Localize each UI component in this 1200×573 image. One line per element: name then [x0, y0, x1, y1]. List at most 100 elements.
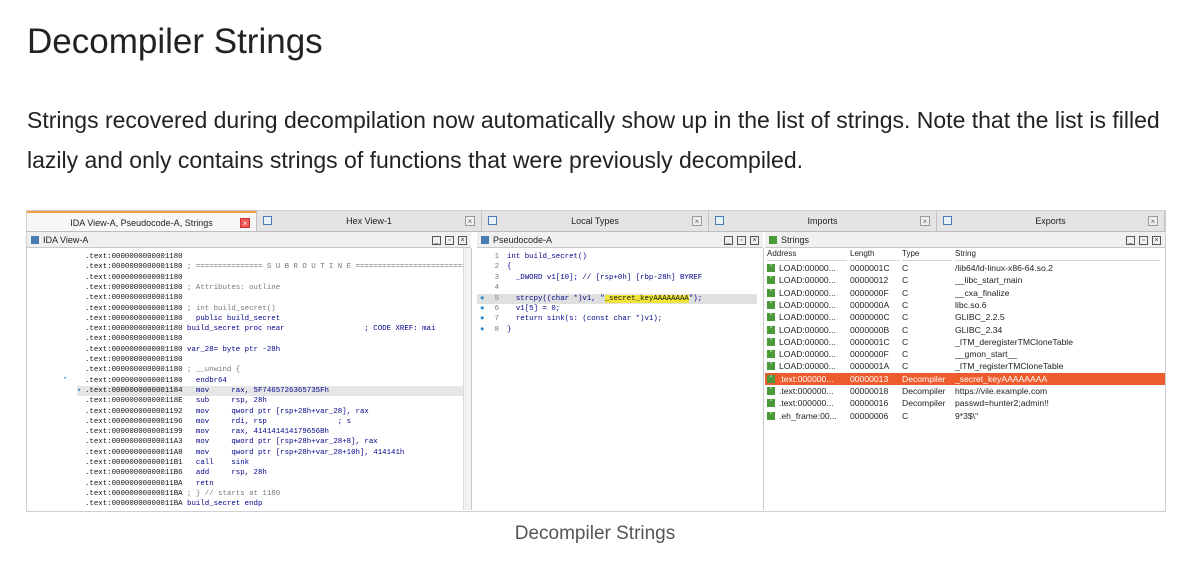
restore-icon[interactable]: ▫ — [737, 236, 746, 245]
ida-line[interactable]: .text:00000000000011A3 mov qword ptr [rs… — [85, 437, 378, 447]
ida-line[interactable]: .text:0000000000001180 endbr64 — [85, 376, 227, 386]
pseudocode-line[interactable]: 7 ● return sink(s: (const char *)v1); — [477, 314, 757, 324]
close-icon[interactable]: × — [458, 236, 467, 245]
tab-local-types[interactable]: Local Types × — [482, 211, 709, 231]
close-icon[interactable]: × — [750, 236, 759, 245]
ida-line[interactable]: .text:00000000000011BA ; } // starts at … — [85, 489, 280, 499]
minimize-icon[interactable]: _ — [1126, 236, 1135, 245]
table-row[interactable]: " LOAD:00000... 0000001A C _ITM_registerTMCl… — [765, 360, 1165, 372]
pseudocode-icon — [481, 236, 489, 244]
ida-line[interactable]: .text:00000000000011A8 mov qword ptr [rs… — [85, 448, 404, 458]
column-header-string[interactable]: String — [955, 248, 1160, 261]
table-cell: 0000000C — [850, 312, 890, 323]
page-title: Decompiler Strings — [27, 22, 323, 61]
tab-ida-view[interactable]: IDA View-A, Pseudocode-A, Strings × — [27, 211, 257, 231]
restore-icon[interactable]: ▫ — [445, 236, 454, 245]
string-icon: " — [767, 325, 775, 334]
close-icon[interactable]: × — [1152, 236, 1161, 245]
string-icon: " — [767, 264, 775, 272]
ida-address: .text:0000000000001192 — [85, 407, 183, 416]
table-row[interactable]: " LOAD:00000... 0000000B C GLIBC_2.34 — [765, 324, 1165, 336]
table-row[interactable]: " .text:000000... 00000013 Decompiler _secre… — [765, 372, 1165, 385]
pseudocode-title-bar: Pseudocode-A _ ▫ × — [477, 232, 763, 248]
ida-line[interactable]: .text:00000000000011BA retn — [85, 479, 214, 489]
table-row[interactable]: " .text:000000... 00000016 Decompiler passwd… — [765, 397, 1165, 409]
ida-line[interactable]: .text:0000000000001180 — [85, 355, 183, 365]
table-row[interactable]: " LOAD:00000... 0000000F C __gmon_start__ — [765, 348, 1165, 360]
ida-line[interactable]: .text:00000000000011B1 call sink — [85, 458, 249, 468]
minimize-icon[interactable]: _ — [432, 236, 441, 245]
column-header-type[interactable]: Type — [902, 248, 952, 261]
tab-imports[interactable]: Imports × — [709, 211, 937, 231]
ida-line[interactable]: .text:0000000000001180 build_secret proc… — [85, 324, 435, 334]
pseudocode-pane[interactable]: 1 int build_secret() 2{3 _DWORD v1[10]; //… — [477, 248, 763, 510]
table-row[interactable]: " LOAD:00000... 0000001C C _ITM_deregisterTM… — [765, 336, 1165, 348]
table-cell: C — [902, 410, 909, 421]
restore-icon[interactable]: ▫ — [1139, 236, 1148, 245]
ida-line[interactable]: .text:00000000000011B6 add rsp, 28h — [85, 468, 267, 478]
table-cell: C — [902, 299, 909, 310]
ida-instruction: sub rsp, 28h — [182, 397, 267, 406]
ida-line[interactable]: .text:0000000000001184 mov rax, 5F746572… — [77, 385, 465, 396]
ida-line[interactable]: .text:000000000000118E sub rsp, 28h — [85, 396, 267, 406]
table-cell: libc.so.6 — [955, 299, 987, 310]
line-marker-icon: ● — [480, 305, 485, 313]
ida-line[interactable]: .text:0000000000001180 — [85, 273, 183, 283]
table-row[interactable]: " .text:000000... 00000018 Decompiler https:… — [765, 385, 1165, 397]
ida-line[interactable]: .text:0000000000001180 ; int build_secre… — [85, 304, 276, 314]
table-row[interactable]: " LOAD:00000... 0000000F C __cxa_finalize — [765, 287, 1165, 299]
breakpoint-marker-icon[interactable]: ▾ — [77, 386, 85, 396]
tab-exports[interactable]: Exports × — [937, 211, 1165, 231]
strings-title-bar: Strings _ ▫ × — [765, 232, 1165, 248]
table-cell: 0000000B — [850, 324, 890, 335]
close-icon[interactable]: × — [920, 216, 930, 226]
pseudocode-line[interactable]: 2{ — [477, 262, 757, 272]
table-row[interactable]: " LOAD:00000... 0000001C C/lib64/ld-linux-x… — [765, 262, 1165, 274]
tab-hex-view[interactable]: Hex View-1 × — [257, 211, 482, 231]
ida-line[interactable]: .text:0000000000001180 ; ===============… — [85, 262, 471, 272]
ida-line[interactable]: .text:0000000000001192 mov qword ptr [rs… — [85, 407, 369, 417]
string-icon: " — [767, 350, 775, 359]
table-row[interactable]: " LOAD:00000... 00000012 C __libc_start_main — [765, 274, 1165, 286]
pseudocode-line[interactable]: 8 ●} — [477, 325, 757, 335]
minimize-icon[interactable]: _ — [724, 236, 733, 245]
tab-label: Exports — [1035, 216, 1066, 226]
ida-line[interactable]: .text:0000000000001180 var_28= byte ptr … — [85, 345, 280, 355]
pseudocode-line[interactable]: 6 ● v1[5] = 0; — [477, 304, 757, 314]
pseudocode-line[interactable]: 4 — [477, 283, 757, 293]
table-row[interactable]: " LOAD:00000... 0000000A Clibc.so.6 — [765, 299, 1165, 311]
ida-line[interactable]: .text:0000000000001180 ; Attributes: out… — [85, 283, 280, 293]
ida-line[interactable]: .text:00000000000011BA build_secret endp — [85, 499, 262, 509]
highlighted-string[interactable]: _secret_keyAAAAAAAA — [604, 294, 689, 303]
ida-instruction: mov qword ptr [rsp+28h+var_28+10h], 4141… — [182, 448, 405, 457]
breakpoint-marker-icon[interactable]: * — [63, 376, 71, 386]
ida-line[interactable]: .text:0000000000001180 — [85, 293, 183, 303]
ida-line[interactable]: .text:0000000000001180 public build_secr… — [85, 314, 280, 324]
ida-line[interactable]: .text:0000000000001180 — [85, 252, 183, 262]
pseudocode-line[interactable]: 3 _DWORD v1[10]; // [rsp+0h] [rbp-28h] B… — [477, 273, 757, 283]
column-header-length[interactable]: Length — [850, 248, 900, 261]
table-cell: LOAD:00000... — [779, 324, 836, 335]
ida-line[interactable]: .text:0000000000001199 mov rax, 41414141… — [85, 427, 329, 437]
table-row[interactable]: " .eh_frame:00... 00000006 C 9*3$\" — [765, 410, 1165, 422]
ida-line[interactable]: .text:0000000000001196 mov rdi, rsp ; s — [85, 417, 351, 427]
close-icon[interactable]: × — [240, 218, 250, 228]
line-number: 2 — [494, 263, 499, 272]
strings-pane[interactable]: Address Length Type String " LOAD:00000..… — [765, 248, 1165, 510]
table-cell: passwd=hunter2;admin!! — [955, 398, 1049, 409]
close-icon[interactable]: × — [1148, 216, 1158, 226]
ida-address: .text:00000000000011BA — [85, 500, 183, 509]
close-icon[interactable]: × — [465, 216, 475, 226]
ida-line[interactable]: .text:0000000000001180 ; __unwind { — [85, 365, 240, 375]
table-cell: C — [902, 336, 909, 347]
ida-instruction: retn — [182, 479, 214, 488]
ida-line[interactable]: .text:0000000000001180 — [85, 334, 183, 344]
column-header-address[interactable]: Address — [767, 248, 847, 261]
table-row[interactable]: " LOAD:00000... 0000000C C GLIBC_2.2.5 — [765, 311, 1165, 323]
ida-address: .text:0000000000001180 — [85, 376, 183, 385]
ida-view-pane[interactable]: .text:0000000000001180 .text:000000000000… — [27, 248, 471, 510]
close-icon[interactable]: × — [692, 216, 702, 226]
pseudocode-line[interactable]: 1 int build_secret() — [477, 252, 757, 262]
pseudocode-text: v1[5] = 0; — [507, 305, 561, 313]
pseudocode-line[interactable]: 5 ● strcpy((char *)v1, "_secret_keyAAAAAA… — [477, 293, 757, 304]
